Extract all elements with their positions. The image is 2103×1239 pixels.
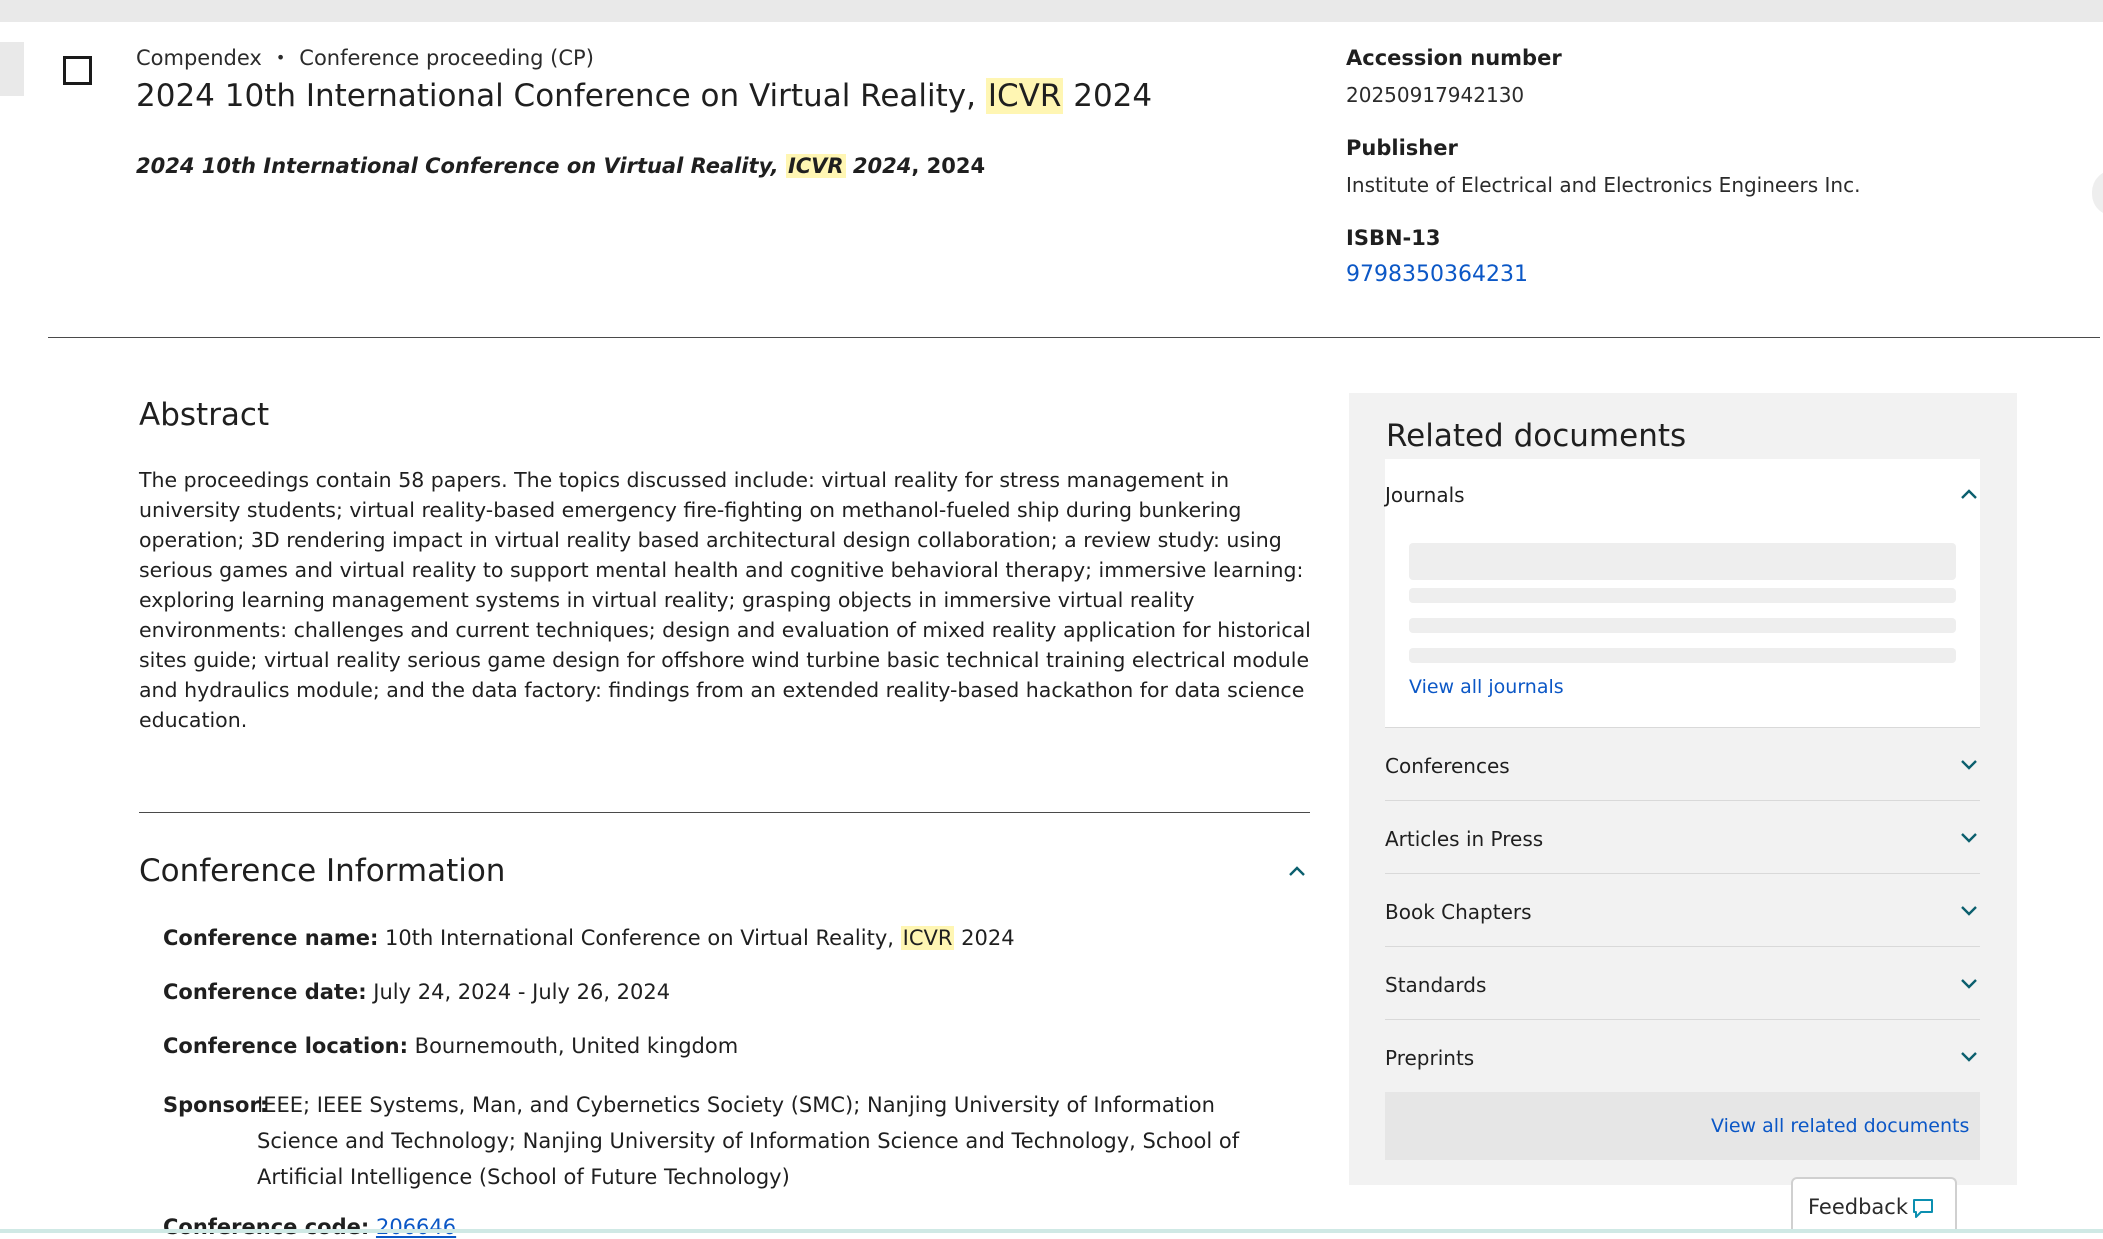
chevron-down-icon	[1961, 833, 1977, 843]
loading-skeleton	[1409, 648, 1956, 663]
chat-bubble-icon	[1913, 1199, 1933, 1218]
accordion-label: Articles in Press	[1385, 827, 1544, 851]
accordion-label: Conferences	[1385, 754, 1510, 778]
accordion-label: Book Chapters	[1385, 900, 1532, 924]
accordion-book-chapters[interactable]: Book Chapters	[1385, 873, 1980, 946]
accordion-articles-in-press[interactable]: Articles in Press	[1385, 800, 1980, 873]
isbn-label: ISBN-13	[1346, 226, 1441, 250]
chevron-down-icon	[1961, 979, 1977, 989]
conference-name-label: Conference name:	[163, 926, 379, 950]
view-all-related-link[interactable]: View all related documents	[1711, 1115, 1969, 1137]
conference-date-row: Conference date: July 24, 2024 - July 26…	[163, 980, 670, 1004]
left-edge-tab	[0, 42, 24, 96]
sponsor-label: Sponsor:	[163, 1093, 269, 1117]
loading-skeleton	[1409, 618, 1956, 633]
source-text-end: 2024	[845, 154, 912, 178]
publisher-value: Institute of Electrical and Electronics …	[1346, 173, 1861, 197]
accordion-standards[interactable]: Standards	[1385, 946, 1980, 1019]
conference-location-label: Conference location:	[163, 1034, 408, 1058]
chevron-down-icon	[1961, 1052, 1977, 1062]
conference-code-row: Conference code: 206646	[163, 1215, 456, 1239]
source-year: , 2024	[911, 154, 986, 178]
chevron-up-icon[interactable]	[1958, 483, 1980, 505]
search-highlight: ICVR	[985, 78, 1064, 114]
record-meta-line: Compendex • Conference proceeding (CP)	[136, 46, 594, 70]
accordion-preprints[interactable]: Preprints	[1385, 1019, 1980, 1092]
conference-info-heading[interactable]: Conference Information	[139, 853, 505, 889]
source-title: 2024 10th International Conference on Vi…	[136, 154, 985, 178]
journals-accordion-label[interactable]: Journals	[1385, 483, 1465, 507]
bottom-edge	[0, 1229, 2103, 1233]
feedback-label: Feedback	[1808, 1195, 1909, 1219]
conference-name-value: 10th International Conference on Virtual…	[378, 926, 901, 950]
feedback-button[interactable]: Feedback	[1791, 1177, 1957, 1233]
conference-code-link[interactable]: 206646	[376, 1215, 456, 1239]
loading-skeleton	[1409, 543, 1956, 580]
conference-location-row: Conference location: Bournemouth, United…	[163, 1034, 738, 1058]
accordion-label: Standards	[1385, 973, 1487, 997]
select-record-checkbox[interactable]	[63, 56, 92, 85]
source-text: 2024 10th International Conference on Vi…	[136, 154, 786, 178]
publisher-label: Publisher	[1346, 136, 1458, 160]
header-divider	[48, 337, 2100, 338]
conference-date-label: Conference date:	[163, 980, 367, 1004]
conference-name-value-end: 2024	[954, 926, 1015, 950]
chevron-down-icon	[1961, 906, 1977, 916]
search-highlight: ICVR	[785, 154, 846, 178]
loading-skeleton	[1409, 588, 1956, 603]
record-title[interactable]: 2024 10th International Conference on Vi…	[136, 78, 1152, 114]
conference-date-value: July 24, 2024 - July 26, 2024	[366, 980, 671, 1004]
conference-code-label: Conference code:	[163, 1215, 370, 1239]
abstract-heading: Abstract	[139, 397, 270, 433]
accordion-label: Preprints	[1385, 1046, 1475, 1070]
related-documents-heading: Related documents	[1386, 418, 1687, 454]
right-edge-handle[interactable]	[2092, 170, 2103, 216]
browser-top-strip	[0, 0, 2103, 22]
isbn-link[interactable]: 9798350364231	[1346, 262, 1528, 287]
conference-name-row: Conference name: 10th International Conf…	[163, 926, 1015, 950]
abstract-text: The proceedings contain 58 papers. The t…	[139, 468, 1311, 732]
accession-value: 20250917942130	[1346, 83, 1525, 107]
title-text-end: 2024	[1063, 78, 1153, 114]
bullet-separator: •	[275, 48, 286, 67]
document-type: Conference proceeding (CP)	[299, 46, 594, 70]
view-all-journals-link[interactable]: View all journals	[1409, 676, 1564, 698]
chevron-down-icon	[1961, 760, 1977, 770]
title-text: 2024 10th International Conference on Vi…	[136, 78, 986, 114]
conference-location-value: Bournemouth, United kingdom	[407, 1034, 739, 1058]
abstract-divider	[139, 812, 1310, 813]
sponsor-value: IEEE; IEEE Systems, Man, and Cybernetics…	[257, 1093, 1240, 1189]
accordion-conferences[interactable]: Conferences	[1385, 727, 1980, 800]
chevron-up-icon[interactable]	[1286, 860, 1308, 882]
accession-label: Accession number	[1346, 46, 1562, 70]
search-highlight: ICVR	[900, 926, 955, 950]
database-name: Compendex	[136, 46, 262, 70]
